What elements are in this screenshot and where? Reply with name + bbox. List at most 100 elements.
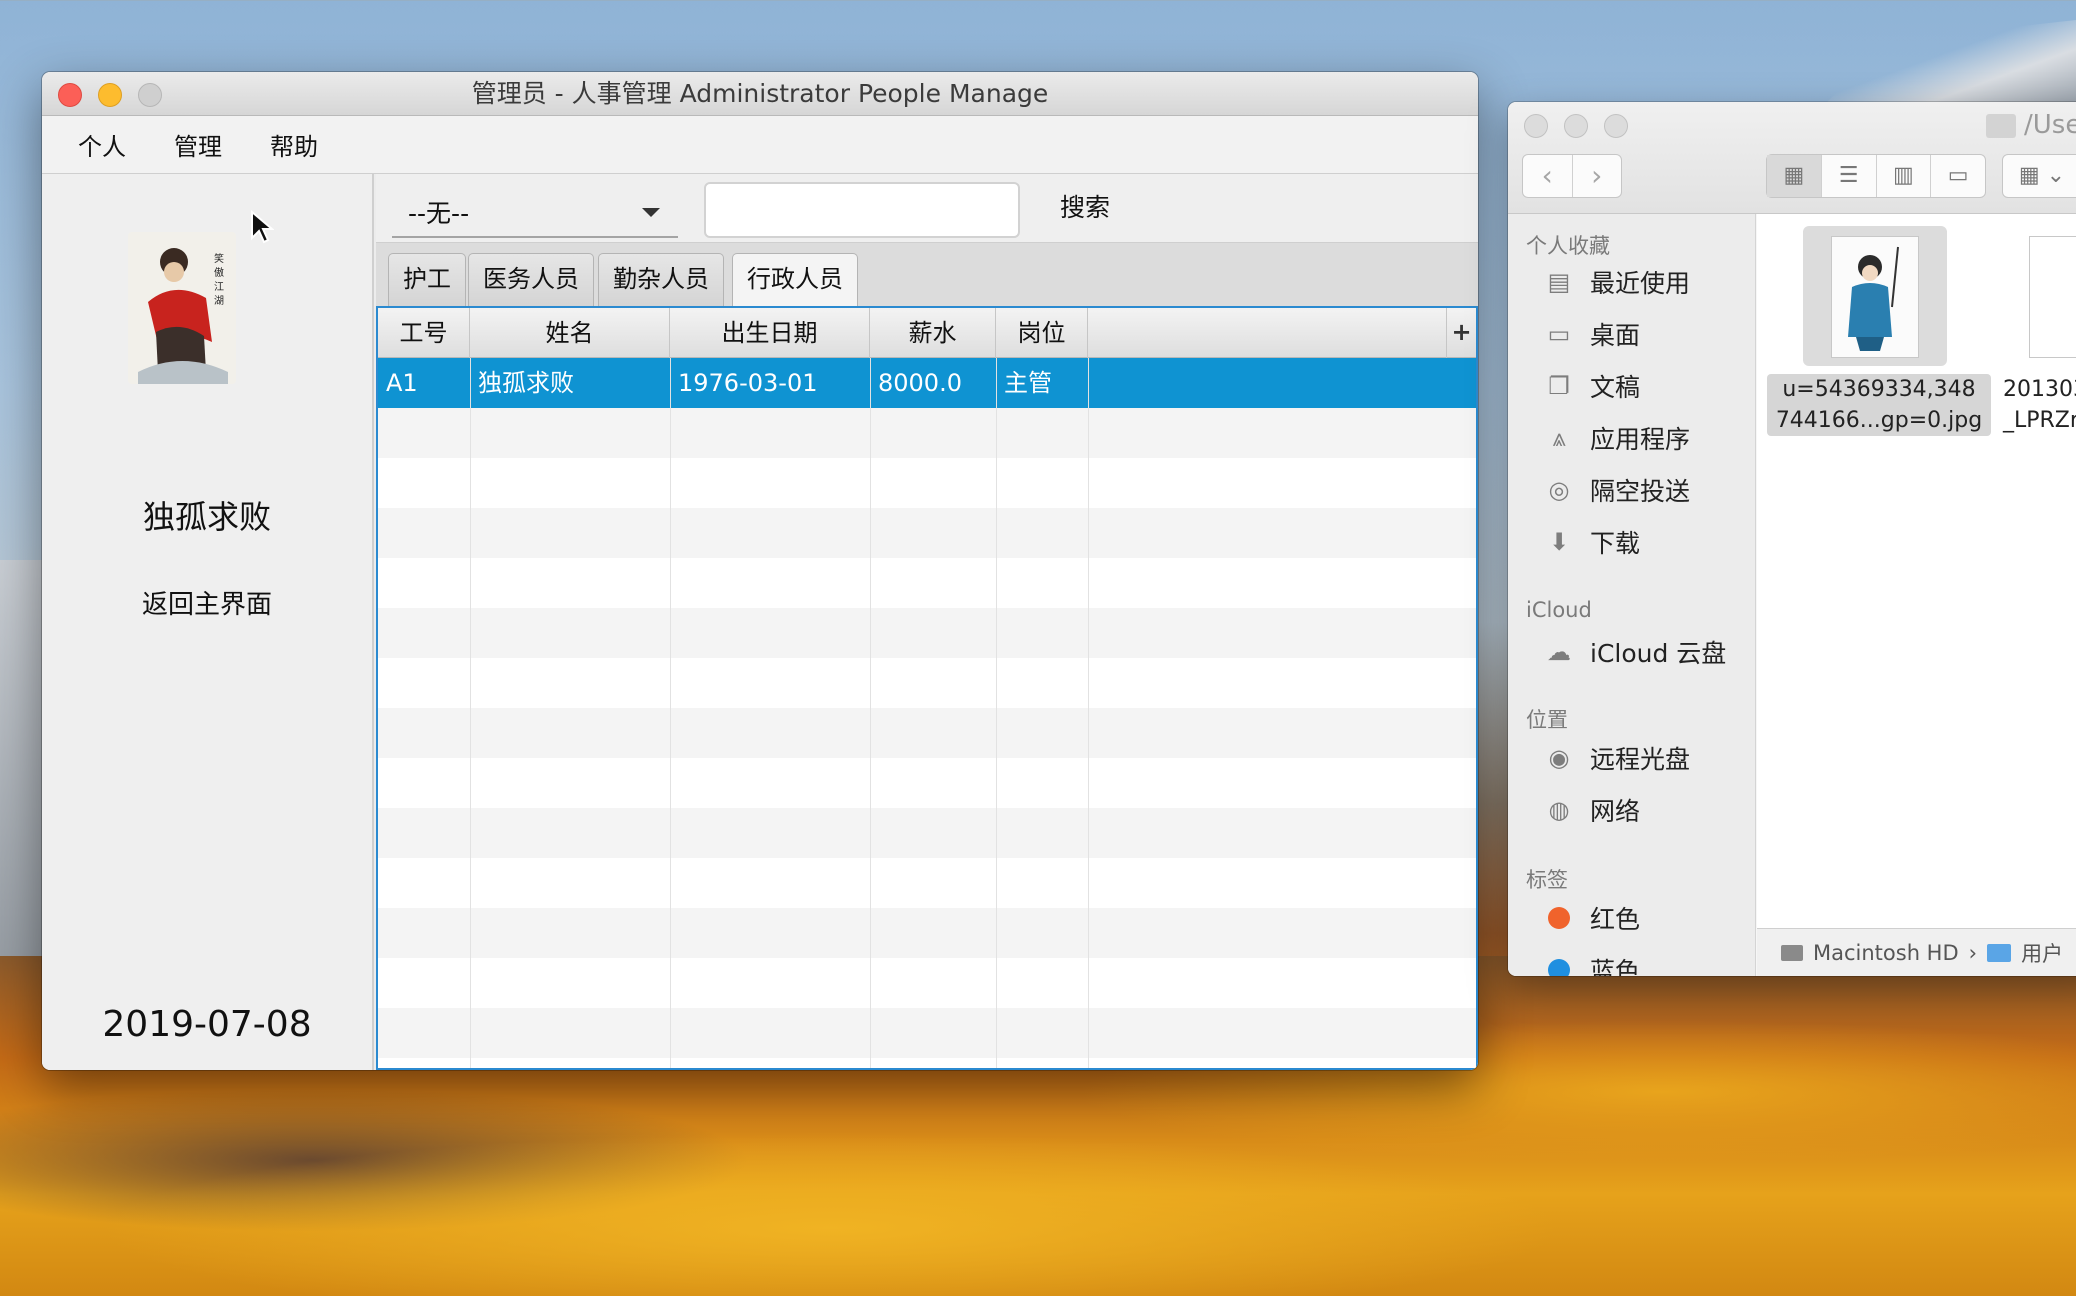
- tab-support-staff[interactable]: 勤杂人员: [598, 253, 724, 307]
- downloads-icon: ⬇: [1548, 528, 1570, 556]
- file-name-line-1: 201303: [2003, 377, 2076, 402]
- sidebar-item-recents[interactable]: ▤ 最近使用: [1542, 262, 1690, 302]
- list-view-icon[interactable]: ☰: [1820, 155, 1876, 197]
- cell-name: 独孤求败: [478, 369, 574, 397]
- file-name: 201303 _LPRZr.: [1999, 374, 2076, 436]
- column-divider: [670, 358, 671, 1068]
- desktop-icon: ▭: [1547, 320, 1571, 348]
- svg-text:江: 江: [214, 281, 224, 293]
- empty-row: [378, 758, 1476, 808]
- empty-row: [378, 458, 1476, 508]
- search-button[interactable]: 搜索: [1060, 188, 1110, 224]
- finder-minimize-button[interactable]: [1564, 114, 1588, 138]
- sidebar-item-icloud-drive[interactable]: ☁ iCloud 云盘: [1542, 632, 1726, 672]
- column-header-salary[interactable]: 薪水: [870, 308, 996, 358]
- menu-manage[interactable]: 管理: [174, 127, 222, 162]
- sidebar-item-applications[interactable]: ⩓ 应用程序: [1542, 418, 1690, 458]
- menu-personal[interactable]: 个人: [78, 127, 126, 162]
- svg-text:湖: 湖: [214, 295, 224, 307]
- sidebar-item-airdrop[interactable]: ◎ 隔空投送: [1542, 470, 1691, 510]
- filter-select[interactable]: --无--: [392, 182, 678, 238]
- empty-row: [378, 558, 1476, 608]
- sidebar-item-network[interactable]: ◍ 网络: [1542, 790, 1641, 830]
- cell-id: A1: [386, 369, 418, 397]
- airdrop-icon: ◎: [1548, 476, 1570, 504]
- empty-row: [378, 608, 1476, 658]
- tag-blue-icon: [1542, 953, 1576, 976]
- chevron-down-icon: [642, 208, 660, 217]
- back-to-main-button[interactable]: 返回主界面: [42, 584, 372, 621]
- sidebar-item-desktop[interactable]: ▭ 桌面: [1542, 314, 1640, 354]
- file-name: u=54369334,348 744166...gp=0.jpg: [1767, 374, 1991, 436]
- avatar: 笑 傲 江 湖: [128, 232, 236, 384]
- documents-icon: ❐: [1548, 372, 1570, 400]
- path-folder[interactable]: 用户: [2021, 938, 2063, 968]
- empty-row: [378, 1008, 1476, 1058]
- sidebar-item-label: 最近使用: [1590, 269, 1691, 298]
- sidebar-item-downloads[interactable]: ⬇ 下载: [1542, 522, 1640, 562]
- recents-icon: ▤: [1547, 268, 1571, 296]
- image-thumbnail: [1831, 236, 1919, 358]
- current-date: 2019-07-08: [102, 1004, 312, 1045]
- finder-file-area: u=54369334,348 744166...gp=0.jpg 201303 …: [1757, 214, 2076, 928]
- title-bar[interactable]: 管理员 - 人事管理 Administrator People Manage: [42, 72, 1478, 116]
- finder-zoom-button[interactable]: [1604, 114, 1628, 138]
- search-input[interactable]: [704, 182, 1020, 238]
- empty-row: [378, 858, 1476, 908]
- sidebar-item-label: 桌面: [1590, 321, 1641, 350]
- staff-table[interactable]: 工号 姓名 出生日期 薪水 岗位 + A1 独孤求败 1976-03-01 80…: [376, 306, 1478, 1070]
- folder-icon: [1986, 114, 2016, 138]
- path-disk[interactable]: Macintosh HD: [1813, 941, 1959, 965]
- sidebar-item-label: 隔空投送: [1590, 477, 1691, 506]
- empty-row: [378, 808, 1476, 858]
- sidebar-item-tag-blue[interactable]: 蓝色: [1542, 950, 1640, 976]
- finder-toolbar: /Use ‹ › ▦ ☰ ▥ ▭ ▦ ⌄: [1508, 102, 2076, 214]
- network-icon: ◍: [1548, 796, 1570, 824]
- sidebar-section-favorites: 个人收藏: [1526, 234, 1610, 258]
- table-row[interactable]: A1 独孤求败 1976-03-01 8000.0 主管: [378, 358, 1476, 408]
- column-divider: [870, 358, 871, 1068]
- window-title: 管理员 - 人事管理 Administrator People Manage: [471, 79, 1049, 108]
- tab-admin-staff[interactable]: 行政人员: [732, 253, 858, 307]
- finder-nav-buttons: ‹ ›: [1522, 154, 1622, 198]
- back-arrow-icon[interactable]: ‹: [1523, 155, 1572, 197]
- sidebar-item-label: 应用程序: [1590, 425, 1691, 454]
- gallery-view-icon[interactable]: ▭: [1930, 155, 1985, 197]
- column-header-id[interactable]: 工号: [378, 308, 470, 358]
- sidebar-section-tags: 标签: [1526, 868, 1568, 892]
- file-name-line-2: _LPRZr.: [2003, 408, 2076, 433]
- search-bar: --无-- 搜索: [376, 174, 1478, 242]
- sidebar-item-label: 蓝色: [1590, 957, 1641, 976]
- empty-row: [378, 708, 1476, 758]
- sidebar-item-remote-disc[interactable]: ◉ 远程光盘: [1542, 738, 1691, 778]
- column-header-name[interactable]: 姓名: [470, 308, 670, 358]
- icon-view-icon[interactable]: ▦: [1767, 155, 1821, 197]
- disc-icon: ◉: [1548, 744, 1570, 772]
- arrange-menu-button[interactable]: ▦ ⌄: [2002, 154, 2076, 198]
- folder-icon: [1987, 943, 2012, 962]
- mouse-cursor-icon: [251, 210, 274, 244]
- column-header-position[interactable]: 岗位: [996, 308, 1088, 358]
- finder-path-title: /Use: [2024, 110, 2076, 140]
- image-thumbnail: [2029, 236, 2076, 358]
- svg-text:傲: 傲: [214, 267, 224, 279]
- column-divider: [996, 358, 997, 1068]
- sidebar-section-locations: 位置: [1526, 708, 1568, 732]
- hard-disk-icon: [1781, 944, 1803, 961]
- forward-arrow-icon[interactable]: ›: [1571, 155, 1622, 197]
- add-column-button[interactable]: +: [1446, 308, 1476, 358]
- finder-close-button[interactable]: [1524, 114, 1548, 138]
- filter-select-value: --无--: [408, 199, 470, 228]
- svg-text:笑: 笑: [214, 252, 224, 265]
- column-view-icon[interactable]: ▥: [1875, 155, 1931, 197]
- user-name: 独孤求败: [142, 498, 271, 536]
- tab-medical-staff[interactable]: 医务人员: [468, 253, 594, 307]
- cloud-icon: ☁: [1547, 638, 1571, 666]
- finder-window: /Use ‹ › ▦ ☰ ▥ ▭ ▦ ⌄ 个人收藏 ▤ 最近使用 ▭ 桌面 ❐ …: [1508, 102, 2076, 976]
- column-divider: [470, 358, 471, 1068]
- sidebar-item-tag-red[interactable]: 红色: [1542, 898, 1640, 938]
- menu-help[interactable]: 帮助: [270, 127, 318, 162]
- column-header-birthdate[interactable]: 出生日期: [670, 308, 870, 358]
- tab-nurse[interactable]: 护工: [388, 253, 466, 307]
- sidebar-item-documents[interactable]: ❐ 文稿: [1542, 366, 1640, 406]
